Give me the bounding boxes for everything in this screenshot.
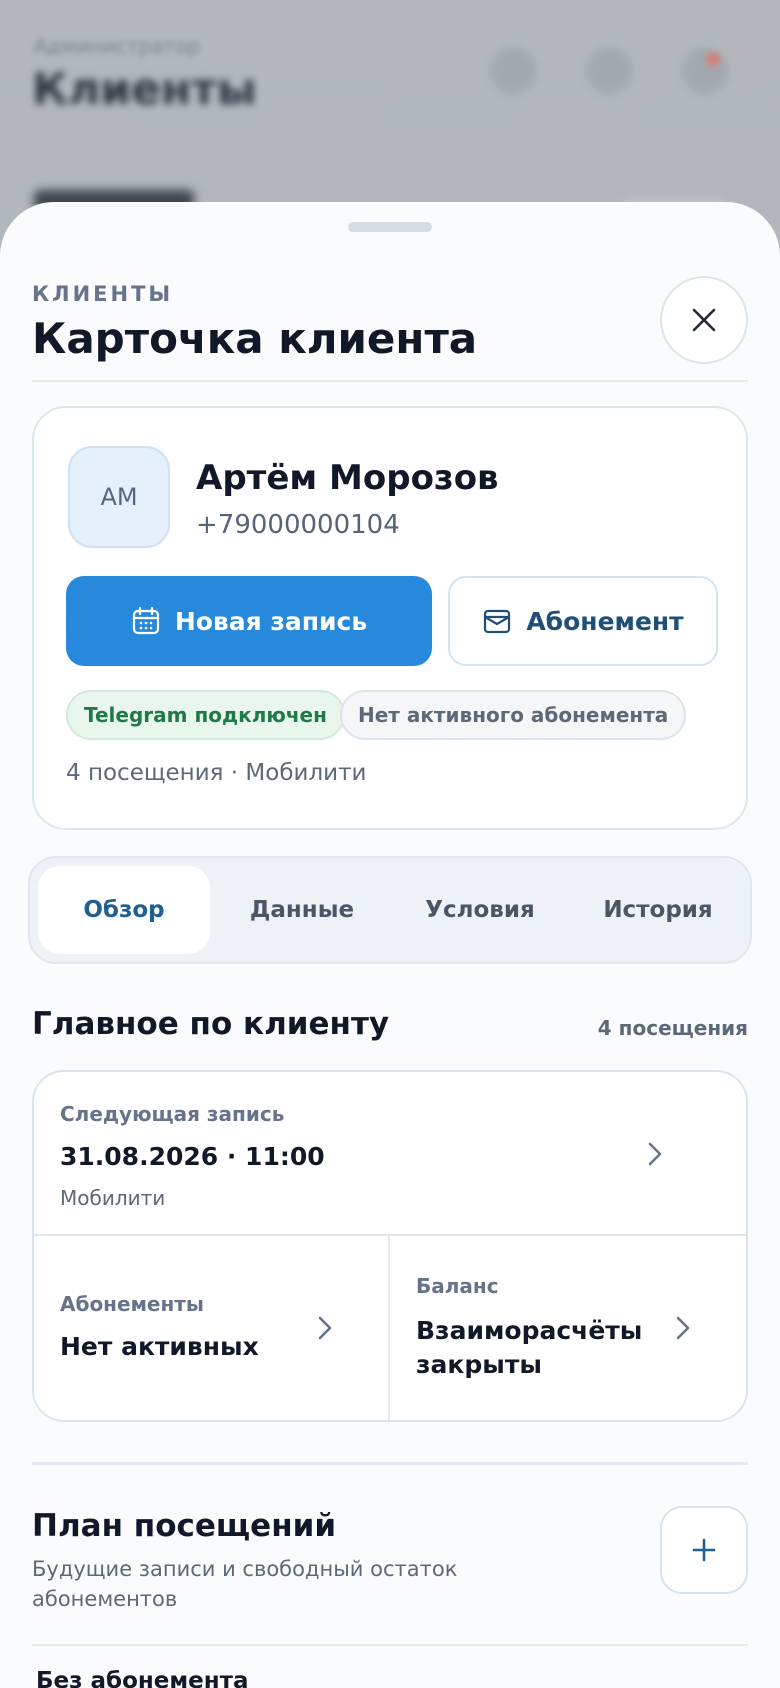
client-card: АМ Артём Морозов +79000000104 Новая запи… xyxy=(32,406,748,830)
next-booking-row[interactable]: Следующая запись 31.08.2026 · 11:00 Моби… xyxy=(34,1072,746,1236)
close-icon xyxy=(692,308,716,332)
notification-icon xyxy=(682,48,728,94)
client-name: Артём Морозов xyxy=(196,458,499,498)
sheet-title: Карточка клиента xyxy=(32,314,478,363)
subscriptions-value: Нет активных xyxy=(60,1332,259,1361)
tab-conditions[interactable]: Условия xyxy=(394,866,566,954)
plus-icon xyxy=(692,1538,716,1562)
settings-icon xyxy=(586,48,632,94)
visit-plan-title: План посещений xyxy=(32,1508,337,1544)
tab-data[interactable]: Данные xyxy=(216,866,388,954)
next-booking-service: Мобилити xyxy=(60,1186,166,1210)
subscription-label: Абонемент xyxy=(526,606,684,636)
summary-card: Следующая запись 31.08.2026 · 11:00 Моби… xyxy=(32,1070,748,1422)
chevron-right-icon xyxy=(318,1316,332,1340)
next-booking-datetime: 31.08.2026 · 11:00 xyxy=(60,1142,325,1171)
no-subscription-group-title: Без абонемента xyxy=(36,1668,249,1688)
chevron-right-icon xyxy=(676,1316,690,1340)
new-booking-button[interactable]: Новая запись xyxy=(66,576,432,666)
notification-badge xyxy=(706,52,720,66)
balance-value: Взаиморасчёты закрыты xyxy=(416,1316,643,1379)
background-header: Администратор Клиенты xyxy=(0,0,780,140)
summary-title: Главное по клиенту xyxy=(32,1006,390,1042)
wallet-icon xyxy=(484,609,511,634)
close-button[interactable] xyxy=(660,276,748,364)
avatar: АМ xyxy=(68,446,170,548)
summary-visit-count: 4 посещения xyxy=(597,1016,748,1040)
subscription-status-badge: Нет активного абонемента xyxy=(340,690,687,740)
subscriptions-tile[interactable]: Абонементы Нет активных xyxy=(34,1236,390,1420)
sheet-drag-handle[interactable] xyxy=(348,222,432,232)
subscription-button[interactable]: Абонемент xyxy=(448,576,718,666)
divider xyxy=(32,1462,748,1465)
client-sheet: КЛИЕНТЫ Карточка клиента АМ Артём Морозо… xyxy=(0,202,780,1688)
divider xyxy=(32,380,748,382)
sheet-eyebrow: КЛИЕНТЫ xyxy=(32,282,174,306)
background-title: Клиенты xyxy=(32,64,257,115)
background-subtitle: Администратор xyxy=(34,34,200,58)
telegram-status-badge: Telegram подключен xyxy=(66,690,345,740)
next-booking-label: Следующая запись xyxy=(60,1102,285,1126)
client-meta: 4 посещения · Мобилити xyxy=(66,760,367,786)
visit-plan-description: Будущие записи и свободный остаток абоне… xyxy=(32,1557,458,1611)
balance-tile[interactable]: Баланс Взаиморасчёты закрыты xyxy=(390,1236,746,1420)
subscriptions-label: Абонементы xyxy=(60,1292,204,1316)
tab-history[interactable]: История xyxy=(572,866,744,954)
new-booking-label: Новая запись xyxy=(174,606,368,636)
calendar-icon xyxy=(132,606,159,635)
tab-bar: Обзор Данные Условия История xyxy=(28,856,752,964)
add-visit-button[interactable] xyxy=(660,1506,748,1594)
balance-label: Баланс xyxy=(416,1274,499,1298)
search-icon xyxy=(490,48,536,94)
divider xyxy=(32,1644,748,1646)
chevron-right-icon xyxy=(648,1142,662,1166)
client-phone[interactable]: +79000000104 xyxy=(196,510,400,540)
tab-overview[interactable]: Обзор xyxy=(38,866,210,954)
